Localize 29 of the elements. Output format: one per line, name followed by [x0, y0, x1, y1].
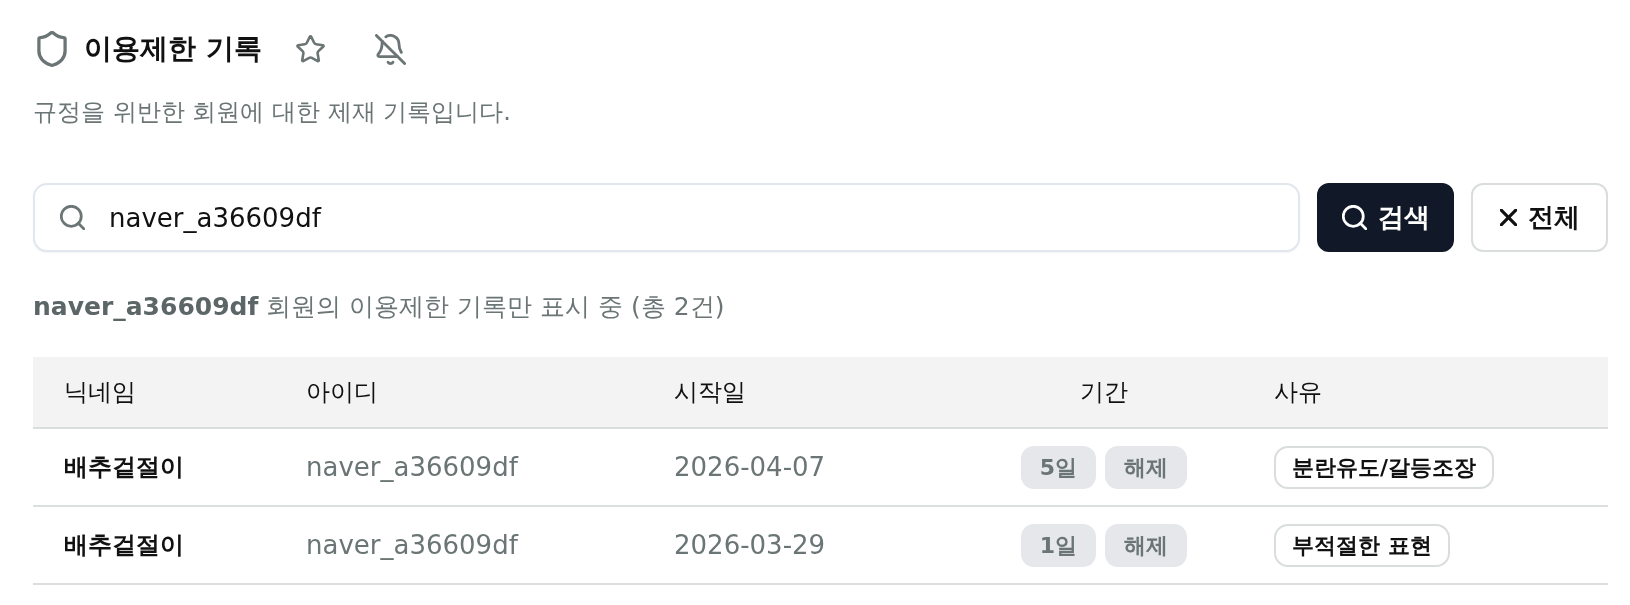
reason-tag: 분란유도/갈등조장 [1274, 445, 1495, 489]
column-header: 기간 [1080, 377, 1128, 408]
duration-badge: 1일 [1020, 523, 1097, 567]
star-icon[interactable] [295, 35, 325, 63]
page-title: 이용제한 기록 [84, 31, 262, 67]
column-header: 사유 [1274, 377, 1322, 408]
nickname-text: 배추겉절이 [64, 530, 184, 561]
column-header: 아이디 [306, 377, 378, 408]
user-id-text: naver_a36609df [306, 528, 518, 562]
duration-badge: 5일 [1020, 445, 1097, 489]
release-button[interactable]: 해제 [1105, 445, 1188, 489]
search-icon [1341, 205, 1367, 230]
shield-icon [37, 31, 67, 67]
start-date-text: 2026-03-29 [674, 528, 826, 562]
search-field[interactable]: naver_a36609df [33, 183, 1300, 252]
search-icon [60, 205, 85, 230]
user-id-text: naver_a36609df [306, 450, 518, 484]
show-all-button[interactable]: 전체 [1471, 183, 1608, 252]
filter-status-text: naver_a36609df 회원의 이용제한 기록만 표시 중 (총 2건) [33, 291, 725, 323]
start-date-text: 2026-04-07 [674, 450, 826, 484]
page-description: 규정을 위반한 회원에 대한 제재 기록입니다. [33, 97, 511, 128]
release-button[interactable]: 해제 [1105, 523, 1188, 567]
close-icon [1499, 209, 1517, 226]
column-header: 시작일 [674, 377, 746, 408]
nickname-text: 배추겉절이 [64, 452, 184, 483]
reason-tag: 부적절한 표현 [1274, 523, 1450, 567]
bell-off-icon[interactable] [374, 33, 406, 65]
column-header: 닉네임 [64, 377, 136, 408]
search-button[interactable]: 검색 [1317, 183, 1454, 252]
